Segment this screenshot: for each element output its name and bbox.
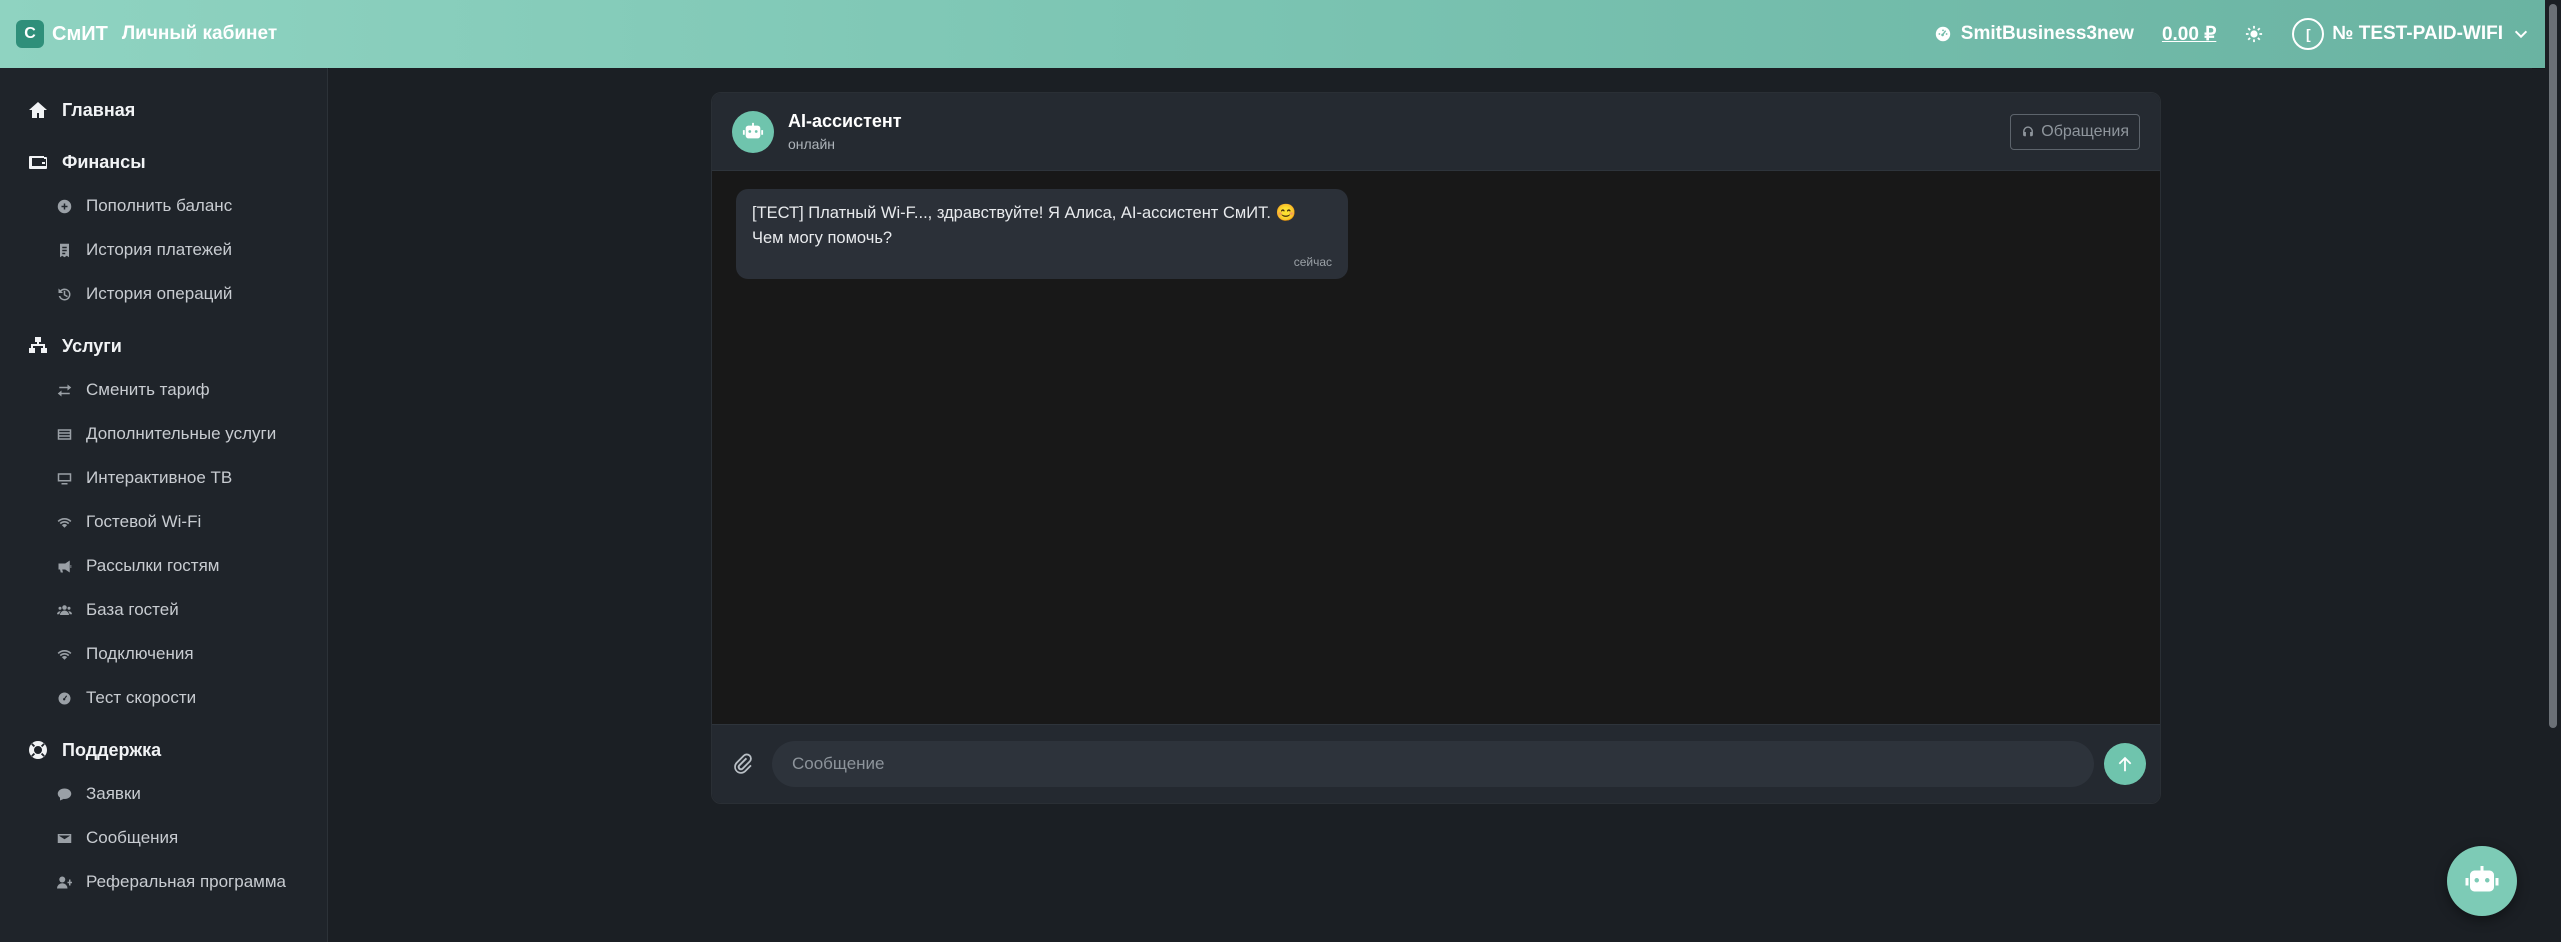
sidebar-item-topup[interactable]: Пополнить баланс xyxy=(0,184,327,228)
top-right-controls: SmitBusiness3new 0.00 ₽ [ № TEST-PAID-WI… xyxy=(1933,18,2545,50)
sidebar-item-speed-test[interactable]: Тест скорости xyxy=(0,676,327,720)
cabinet-title: Личный кабинет xyxy=(121,23,278,44)
robot-icon xyxy=(742,121,764,143)
avatar: [ xyxy=(2292,18,2325,50)
sidebar-item-connections[interactable]: Подключения xyxy=(0,632,327,676)
sidebar-item-label: Сменить тариф xyxy=(86,380,210,399)
assistant-fab[interactable] xyxy=(2447,846,2517,916)
balance-link[interactable]: 0.00 ₽ xyxy=(2162,23,2216,46)
sidebar-item-requests[interactable]: Заявки xyxy=(0,772,327,816)
sidebar-section-label: Услуги xyxy=(62,335,122,356)
plus-circle-icon xyxy=(56,198,72,214)
lifebuoy-icon xyxy=(28,740,48,760)
tickets-label: Обращения xyxy=(2041,122,2129,140)
chat-title: AI-ассистент xyxy=(788,111,902,131)
message-composer xyxy=(712,724,2160,803)
sidebar-item-label: Подключения xyxy=(86,644,194,663)
sidebar-item-extra-services[interactable]: Дополнительные услуги xyxy=(0,412,327,456)
sidebar-item-label: Дополнительные услуги xyxy=(86,424,277,443)
bot-avatar xyxy=(732,110,774,153)
tickets-button[interactable]: Обращения xyxy=(2010,113,2140,150)
chat-status: онлайн xyxy=(788,136,836,152)
sidebar-item-operation-history[interactable]: История операций xyxy=(0,272,327,316)
message-time: сейчас xyxy=(1293,255,1332,269)
logo-text: СмИТ xyxy=(52,22,108,45)
sidebar-item-change-tariff[interactable]: Сменить тариф xyxy=(0,368,327,412)
page-scrollbar[interactable] xyxy=(2545,0,2561,942)
wifi-icon xyxy=(56,514,72,530)
wallet-icon xyxy=(28,152,48,172)
sidebar-item-label: Интерактивное ТВ xyxy=(86,468,233,487)
sidebar-item-guest-base[interactable]: База гостей xyxy=(0,588,327,632)
top-bar: С СмИТ Личный кабинет SmitBusiness3new 0… xyxy=(0,0,2561,68)
sidebar-section-finance[interactable]: Финансы xyxy=(0,140,327,184)
sidebar-item-label: Тест скорости xyxy=(86,688,197,707)
tv-icon xyxy=(56,470,72,486)
paperclip-icon[interactable] xyxy=(732,753,754,775)
main-content: AI-ассистент онлайн Обращения [ТЕСТ] Пла… xyxy=(329,68,2532,942)
sidebar-item-label: Рассылки гостям xyxy=(86,556,220,575)
bot-message: [ТЕСТ] Платный Wi-F..., здравствуйте! Я … xyxy=(736,189,1348,279)
gauge-icon xyxy=(56,690,72,706)
sidebar-item-label: Заявки xyxy=(86,784,141,803)
sidebar-item-label: Гостевой Wi-Fi xyxy=(86,512,202,531)
sun-icon[interactable] xyxy=(2244,24,2264,44)
sidebar-item-label: История платежей xyxy=(86,240,233,259)
chevron-down-icon xyxy=(2511,24,2531,44)
robot-icon xyxy=(2464,863,2500,899)
message-line: [ТЕСТ] Платный Wi-F..., здравствуйте! Я … xyxy=(752,204,1297,222)
users-icon xyxy=(56,602,72,618)
sidebar-item-label: История операций xyxy=(86,284,233,303)
send-button[interactable] xyxy=(2104,743,2146,785)
sidebar-item-referral[interactable]: Реферальная программа xyxy=(0,860,327,904)
sidebar-item-label: Пополнить баланс xyxy=(86,196,233,215)
list-icon xyxy=(56,426,72,442)
exchange-icon xyxy=(56,382,72,398)
account-name: SmitBusiness3new xyxy=(1960,23,2134,44)
receipt-icon xyxy=(56,242,72,258)
chat-icon xyxy=(56,786,72,802)
message-input[interactable] xyxy=(772,741,2094,787)
chat-header-text: AI-ассистент онлайн xyxy=(788,111,902,152)
sidebar-section-label: Главная xyxy=(62,99,136,120)
sidebar-item-label: База гостей xyxy=(86,600,179,619)
account-selector[interactable]: SmitBusiness3new xyxy=(1933,23,2134,45)
sidebar-item-interactive-tv[interactable]: Интерактивное ТВ xyxy=(0,456,327,500)
logo-mark: С xyxy=(16,20,44,48)
sidebar-item-messages[interactable]: Сообщения xyxy=(0,816,327,860)
sidebar-section-services[interactable]: Услуги xyxy=(0,324,327,368)
message-text: [ТЕСТ] Платный Wi-F..., здравствуйте! Я … xyxy=(752,201,1332,251)
logo[interactable]: С СмИТ xyxy=(16,20,108,48)
sidebar-item-home[interactable]: Главная xyxy=(0,88,327,132)
message-line: Чем могу помочь? xyxy=(752,229,893,247)
history-icon xyxy=(56,286,72,302)
envelope-icon xyxy=(56,830,72,846)
sidebar-section-label: Поддержка xyxy=(62,739,162,760)
home-icon xyxy=(28,100,48,120)
sidebar-item-guest-mailings[interactable]: Рассылки гостям xyxy=(0,544,327,588)
scrollbar-thumb[interactable] xyxy=(2549,4,2557,728)
megaphone-icon xyxy=(56,558,72,574)
sidebar-item-label: Сообщения xyxy=(86,828,179,847)
chat-header: AI-ассистент онлайн Обращения xyxy=(712,93,2160,171)
network-icon xyxy=(28,336,48,356)
sidebar-section-support[interactable]: Поддержка xyxy=(0,728,327,772)
wifi-icon xyxy=(56,646,72,662)
sidebar-item-payment-history[interactable]: История платежей xyxy=(0,228,327,272)
gauge-icon xyxy=(1933,24,1953,44)
sidebar-section-label: Финансы xyxy=(62,151,146,172)
sidebar: Главная Финансы Пополнить баланс История… xyxy=(0,68,328,942)
user-plus-icon xyxy=(56,874,72,890)
chat-window: AI-ассистент онлайн Обращения [ТЕСТ] Пла… xyxy=(711,92,2161,804)
user-label: № TEST-PAID-WIFI xyxy=(2332,23,2503,44)
arrow-up-icon xyxy=(2116,755,2134,773)
headset-icon xyxy=(2021,125,2035,139)
message-list: [ТЕСТ] Платный Wi-F..., здравствуйте! Я … xyxy=(712,171,2160,726)
user-menu[interactable]: [ № TEST-PAID-WIFI xyxy=(2292,18,2545,50)
sidebar-item-guest-wifi[interactable]: Гостевой Wi-Fi xyxy=(0,500,327,544)
sidebar-item-label: Реферальная программа xyxy=(86,872,286,891)
